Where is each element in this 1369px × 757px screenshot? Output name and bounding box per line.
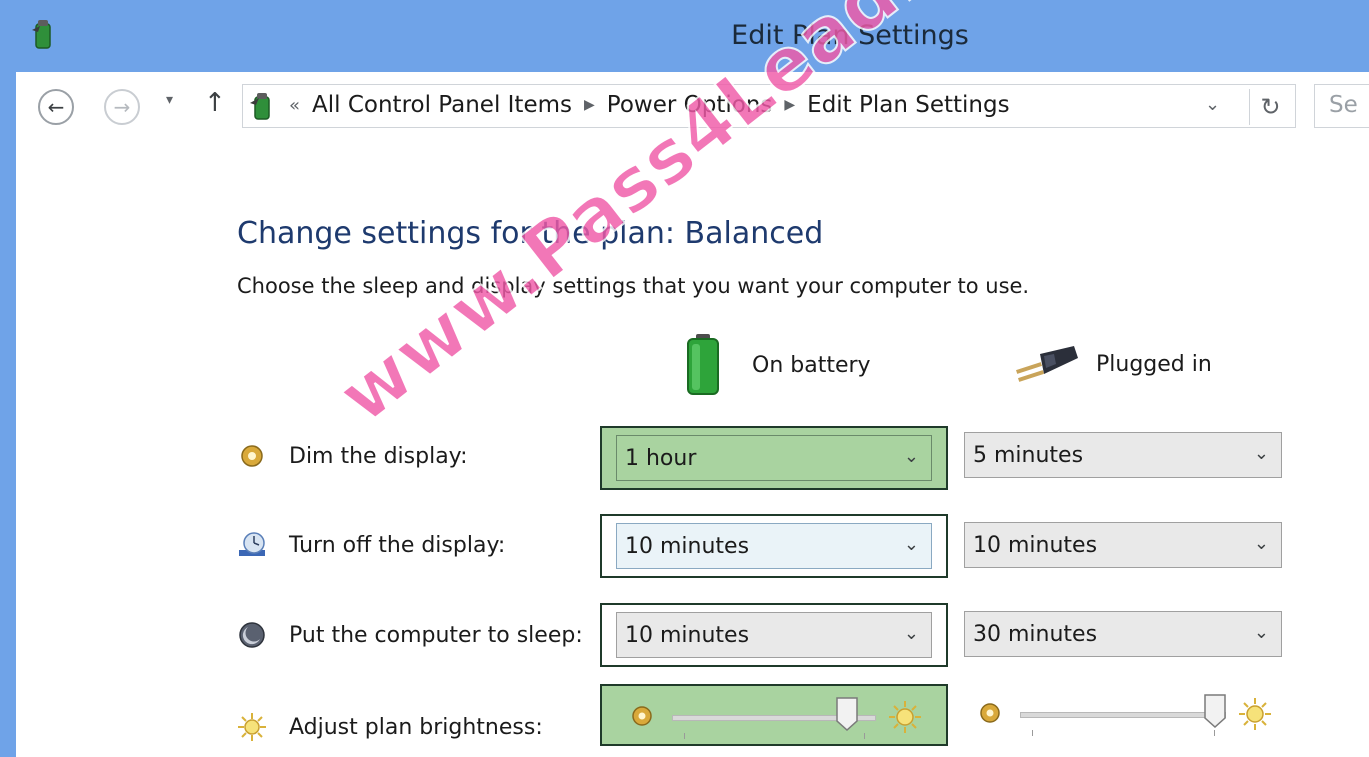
brightness-plugged-slider[interactable] (964, 690, 1282, 738)
display-icon (239, 532, 265, 556)
bright-brightness-icon (1239, 698, 1271, 730)
chevron-down-icon: ⌄ (903, 623, 919, 644)
main-content: Change settings for the plan: Balanced C… (16, 0, 1369, 757)
column-header-battery: On battery (686, 334, 871, 396)
column-label-plugged: Plugged in (1096, 351, 1212, 377)
window-frame-left (0, 0, 16, 757)
dim-brightness-icon (632, 706, 652, 726)
slider-tick (1214, 730, 1215, 736)
window-title: Edit Plan Settings (731, 20, 969, 51)
slider-track[interactable] (1020, 712, 1226, 718)
setting-label-sleep: Put the computer to sleep: (237, 620, 583, 650)
chevron-down-icon: ⌄ (1253, 533, 1269, 554)
chevron-down-icon: ⌄ (1205, 94, 1221, 115)
dim-display-plugged-select[interactable]: 5 minutes ⌄ (964, 432, 1282, 478)
slider-thumb[interactable] (1204, 694, 1226, 728)
sleep-plugged-select[interactable]: 30 minutes ⌄ (964, 611, 1282, 657)
dim-icon (241, 445, 263, 467)
plugged-cell-sleep: 30 minutes ⌄ (964, 611, 1282, 659)
breadcrumb-item-edit-plan[interactable]: Edit Plan Settings (807, 92, 1009, 118)
plugged-cell-turn-off-display: 10 minutes ⌄ (964, 522, 1282, 570)
bright-brightness-icon (889, 701, 921, 733)
chevron-down-icon: ⌄ (903, 446, 919, 467)
address-dropdown-button[interactable]: ⌄ (1205, 94, 1220, 115)
refresh-icon: ↻ (1260, 93, 1281, 121)
setting-label-dim-display: Dim the display: (237, 441, 468, 471)
brightness-icon (238, 713, 266, 741)
dim-brightness-icon (980, 703, 1000, 723)
battery-cell-turn-off-display: 10 minutes ⌄ (600, 514, 948, 578)
slider-tick (1032, 730, 1033, 736)
setting-label-turn-off-display: Turn off the display: (237, 530, 505, 560)
forward-button[interactable]: → (104, 89, 140, 125)
battery-cell-sleep: 10 minutes ⌄ (600, 603, 948, 667)
up-button[interactable]: ↑ (204, 88, 226, 118)
battery-icon (687, 334, 719, 395)
breadcrumb: « All Control Panel Items ▶ Power Option… (289, 92, 1010, 118)
power-plug-icon (1016, 346, 1078, 382)
chevron-down-icon: ⌄ (1253, 443, 1269, 464)
slider-tick (864, 733, 865, 739)
chevron-down-icon: ⌄ (1253, 622, 1269, 643)
refresh-button[interactable]: ↻ (1249, 89, 1291, 125)
chevron-right-icon[interactable]: ▶ (584, 97, 595, 113)
plugged-cell-brightness (964, 690, 1282, 738)
arrow-left-icon: ← (47, 95, 65, 119)
column-header-plugged: Plugged in (1014, 344, 1212, 384)
arrow-right-icon: → (113, 95, 131, 119)
chevron-down-icon: ▾ (166, 92, 174, 108)
slider-thumb[interactable] (836, 697, 858, 731)
breadcrumb-overflow[interactable]: « (289, 95, 300, 116)
sleep-icon (239, 622, 265, 648)
battery-cell-brightness (600, 684, 948, 746)
turn-off-display-plugged-select[interactable]: 10 minutes ⌄ (964, 522, 1282, 568)
turn-off-display-battery-select[interactable]: 10 minutes ⌄ (616, 523, 932, 569)
arrow-up-icon: ↑ (204, 88, 226, 118)
dim-display-battery-select[interactable]: 1 hour ⌄ (616, 435, 932, 481)
back-button[interactable]: ← (38, 89, 74, 125)
recent-locations-button[interactable]: ▾ (166, 92, 173, 108)
title-bar: Edit Plan Settings (0, 0, 1369, 72)
search-input[interactable]: Se (1314, 84, 1369, 128)
battery-cell-dim-display: 1 hour ⌄ (600, 426, 948, 490)
chevron-down-icon: ⌄ (903, 534, 919, 555)
sleep-battery-select[interactable]: 10 minutes ⌄ (616, 612, 932, 658)
brightness-battery-slider[interactable] (616, 693, 932, 741)
page-subtitle: Choose the sleep and display settings th… (237, 274, 1030, 298)
control-panel-icon (250, 93, 270, 120)
setting-label-brightness: Adjust plan brightness: (237, 712, 543, 742)
plugged-cell-dim-display: 5 minutes ⌄ (964, 432, 1282, 480)
breadcrumb-item-control-panel[interactable]: All Control Panel Items (312, 92, 572, 118)
column-label-battery: On battery (752, 352, 871, 378)
slider-tick (684, 733, 685, 739)
